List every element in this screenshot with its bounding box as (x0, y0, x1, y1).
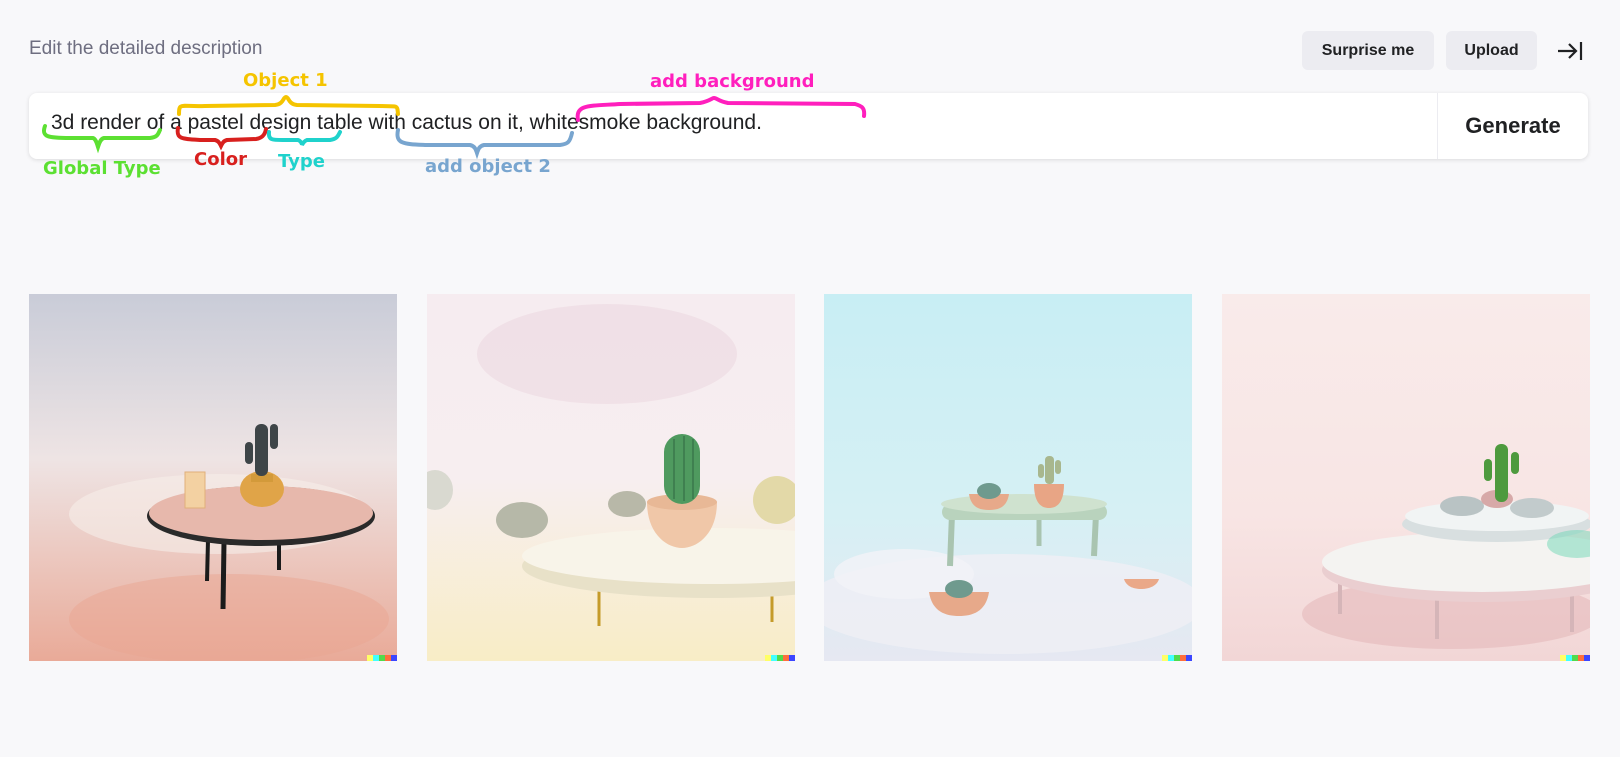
upload-button[interactable]: Upload (1446, 31, 1537, 70)
surprise-me-button[interactable]: Surprise me (1302, 31, 1434, 70)
watermark-icon (765, 655, 795, 661)
generate-button[interactable]: Generate (1437, 93, 1588, 159)
prompt-input-box[interactable]: 3d render of a pastel design table with … (29, 93, 1588, 159)
result-image-4[interactable] (1222, 294, 1590, 661)
annotation-global-type: Global Type (43, 158, 161, 179)
result-image-3[interactable] (824, 294, 1192, 661)
annotation-add-object2: add object 2 (425, 156, 551, 177)
edit-description-label: Edit the detailed description (29, 38, 263, 59)
collapse-panel-icon[interactable] (1556, 40, 1584, 62)
result-image-2[interactable] (427, 294, 795, 661)
annotation-color: Color (194, 149, 247, 170)
annotation-object1: Object 1 (243, 70, 328, 91)
annotation-type: Type (278, 151, 325, 172)
prompt-input[interactable]: 3d render of a pastel design table with … (51, 111, 762, 135)
watermark-icon (367, 655, 397, 661)
watermark-icon (1162, 655, 1192, 661)
watermark-icon (1560, 655, 1590, 661)
annotation-add-background: add background (650, 71, 815, 92)
result-image-1[interactable] (29, 294, 397, 661)
